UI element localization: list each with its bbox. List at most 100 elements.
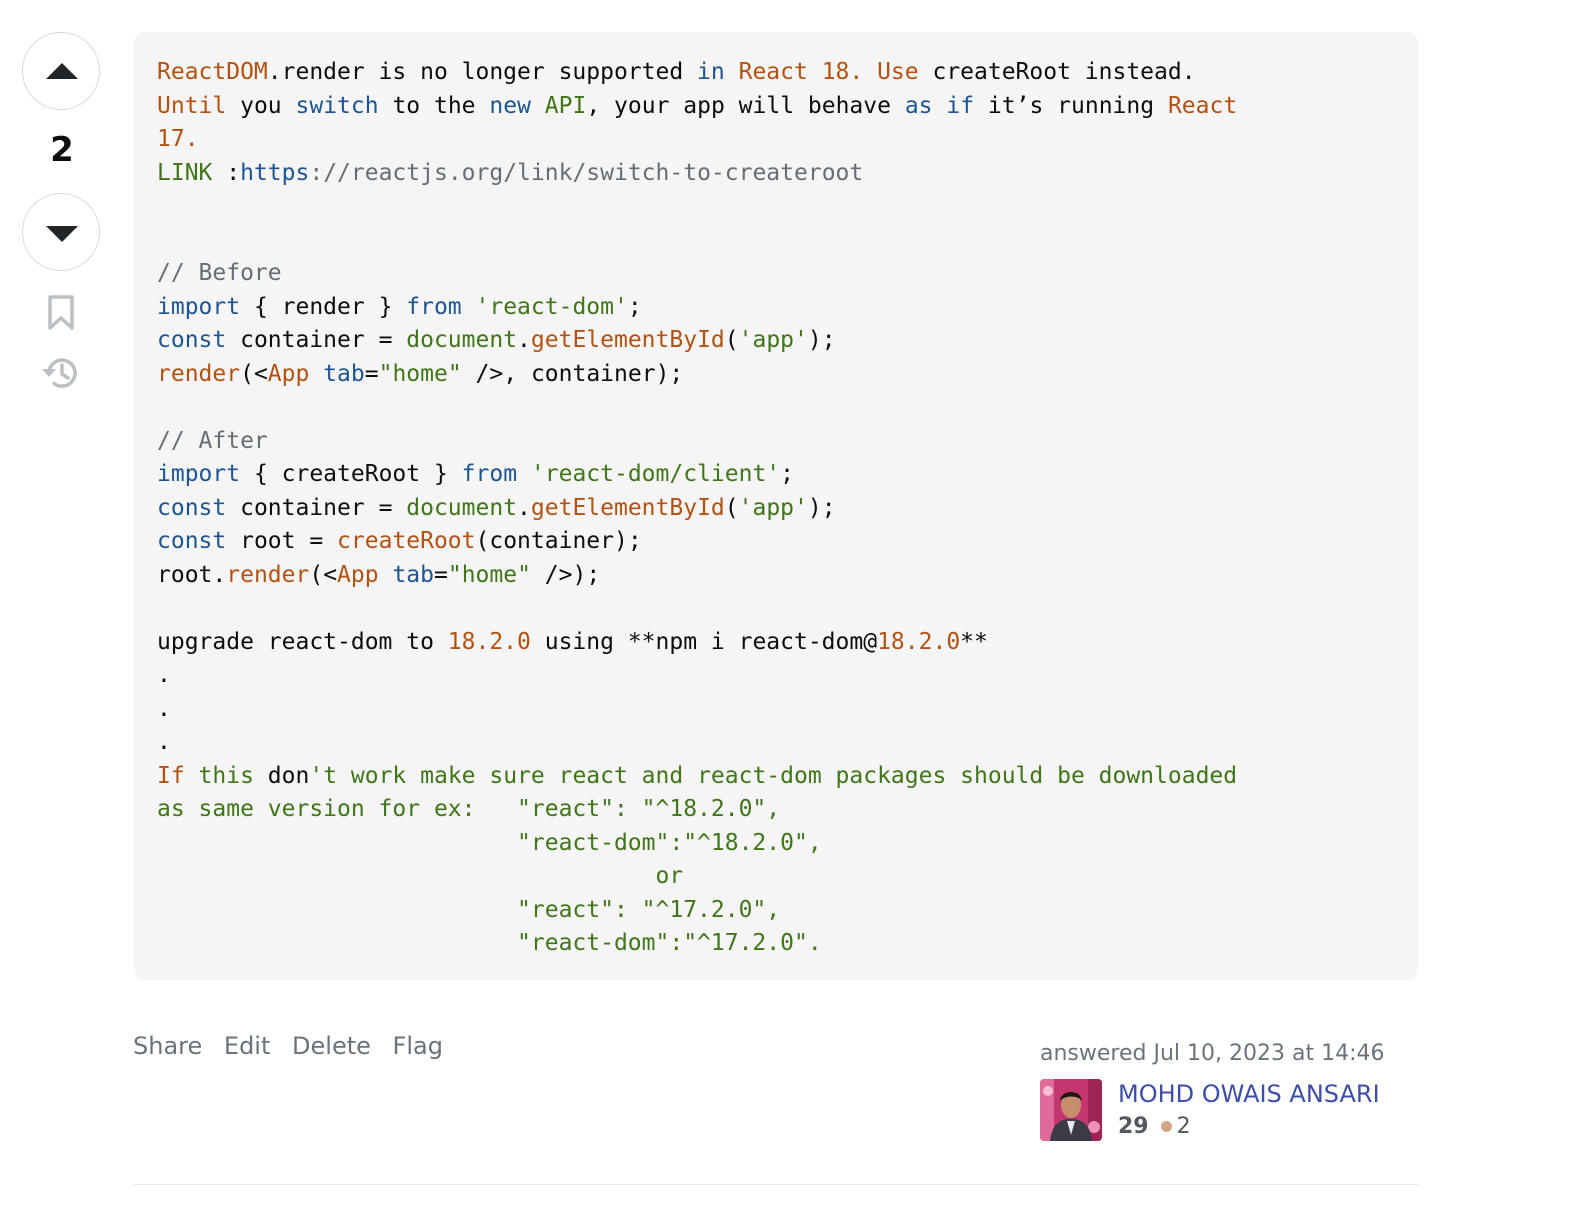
code-line: as same version for ex: "react": "^18.2.… bbox=[157, 796, 780, 822]
code-token: .render is no longer supported bbox=[267, 59, 698, 85]
code-token: it’s running bbox=[974, 92, 1168, 119]
edit-link[interactable]: Edit bbox=[224, 1032, 270, 1060]
code-line: "react-dom":"^18.2.0", bbox=[157, 830, 822, 856]
code-token: "home" bbox=[447, 561, 531, 588]
code-token: { render } bbox=[240, 293, 407, 320]
code-token: Until bbox=[157, 92, 227, 119]
code-line: "react": "^17.2.0", bbox=[157, 897, 780, 923]
code-token: , your app will behave bbox=[586, 92, 905, 119]
code-token: tab bbox=[392, 561, 434, 588]
code-token: render bbox=[226, 561, 310, 588]
code-token: // After bbox=[157, 427, 268, 454]
code-token: React 18. Use bbox=[738, 59, 919, 85]
flag-link[interactable]: Flag bbox=[393, 1032, 443, 1060]
code-token: . bbox=[157, 695, 171, 722]
code-token: ); bbox=[807, 327, 836, 353]
user-avatar[interactable] bbox=[1040, 1079, 1102, 1141]
code-token: // Before bbox=[157, 260, 282, 286]
share-link[interactable]: Share bbox=[133, 1032, 202, 1060]
code-token: https bbox=[240, 159, 310, 186]
code-token: or bbox=[157, 863, 684, 889]
code-line: . bbox=[157, 729, 171, 755]
code-token: render bbox=[157, 360, 241, 387]
code-token: ** bbox=[960, 628, 988, 655]
code-token: ( bbox=[724, 494, 739, 521]
code-line: or bbox=[157, 863, 683, 889]
code-token: tab bbox=[323, 360, 365, 387]
bookmark-button[interactable] bbox=[47, 295, 75, 335]
code-token: = bbox=[434, 561, 448, 588]
code-token: 17. bbox=[157, 126, 199, 152]
answer-divider bbox=[134, 1184, 1418, 1185]
code-token: switch bbox=[295, 92, 379, 119]
user-name-link[interactable]: MOHD OWAIS ANSARI bbox=[1118, 1080, 1380, 1108]
code-token: container = bbox=[226, 494, 407, 521]
upvote-button[interactable] bbox=[22, 32, 100, 110]
code-token: root = bbox=[226, 528, 338, 554]
code-token: you bbox=[226, 92, 296, 119]
code-line: const container = document.getElementByI… bbox=[157, 495, 836, 521]
code-token: getElementById bbox=[530, 327, 725, 353]
code-line: LINK :https://reactjs.org/link/switch-to… bbox=[157, 160, 863, 186]
code-token: 't work make sure react and react-dom pa… bbox=[309, 762, 1238, 789]
code-token: root. bbox=[157, 561, 227, 588]
code-token: const bbox=[157, 528, 227, 554]
delete-link[interactable]: Delete bbox=[292, 1032, 371, 1060]
code-line: render(<App tab="home" />, container); bbox=[157, 361, 683, 387]
code-token: from bbox=[461, 461, 518, 487]
code-token: don bbox=[267, 762, 310, 789]
answered-timestamp[interactable]: answered Jul 10, 2023 at 14:46 bbox=[1040, 1041, 1384, 1066]
code-line: import { render } from 'react-dom'; bbox=[157, 294, 642, 320]
code-line: // Before bbox=[157, 260, 282, 286]
code-token: 'react-dom' bbox=[475, 293, 628, 320]
code-token: "react-dom":"^18.2.0", bbox=[157, 829, 822, 856]
code-token: API bbox=[544, 92, 587, 119]
code-token: 'react-dom/client' bbox=[530, 461, 781, 487]
code-line: import { createRoot } from 'react-dom/cl… bbox=[157, 461, 794, 487]
code-token: { createRoot } bbox=[240, 461, 462, 487]
code-token: as same version for ex: "react": "^18.2.… bbox=[157, 796, 781, 822]
bronze-badge-count: 2 bbox=[1176, 1114, 1191, 1139]
code-token: new bbox=[489, 92, 531, 119]
code-token: If bbox=[157, 762, 185, 789]
code-line: // After bbox=[157, 428, 268, 454]
code-token: React bbox=[1167, 92, 1238, 119]
code-token: container = bbox=[226, 327, 407, 353]
code-token: (< bbox=[240, 360, 268, 387]
code-token: />); bbox=[530, 561, 601, 588]
code-token: . bbox=[517, 327, 531, 353]
arrow-up-icon bbox=[46, 63, 78, 79]
code-line: "react-dom":"^17.2.0". bbox=[157, 930, 822, 956]
history-icon bbox=[42, 358, 77, 388]
avatar-image bbox=[1040, 1079, 1102, 1141]
code-token: document bbox=[406, 494, 518, 521]
code-token: ReactDOM bbox=[157, 59, 268, 85]
code-token: createRoot instead. bbox=[918, 59, 1196, 85]
code-token: import bbox=[157, 293, 241, 320]
code-token: ; bbox=[627, 293, 642, 320]
code-token: . bbox=[157, 662, 171, 688]
code-token: this bbox=[184, 762, 268, 789]
code-token: LINK bbox=[157, 159, 213, 186]
code-token: App bbox=[267, 360, 310, 387]
code-token: "home" bbox=[378, 360, 462, 387]
bronze-badge-icon bbox=[1160, 1121, 1172, 1132]
code-token: (container); bbox=[475, 528, 642, 554]
code-token: as if bbox=[904, 92, 975, 119]
code-line: Until you switch to the new API, your ap… bbox=[157, 93, 1237, 119]
code-token: to the bbox=[378, 92, 490, 119]
timeline-button[interactable] bbox=[40, 354, 80, 396]
code-token: 18.2.0 bbox=[877, 628, 961, 655]
code-token: : bbox=[212, 159, 241, 186]
user-reputation: 29 2 bbox=[1118, 1114, 1191, 1139]
reputation-score: 29 bbox=[1118, 1114, 1149, 1139]
code-token: />, container); bbox=[461, 360, 684, 387]
code-token: const bbox=[157, 327, 227, 353]
code-line: const root = createRoot(container); bbox=[157, 528, 642, 554]
downvote-button[interactable] bbox=[22, 193, 100, 271]
